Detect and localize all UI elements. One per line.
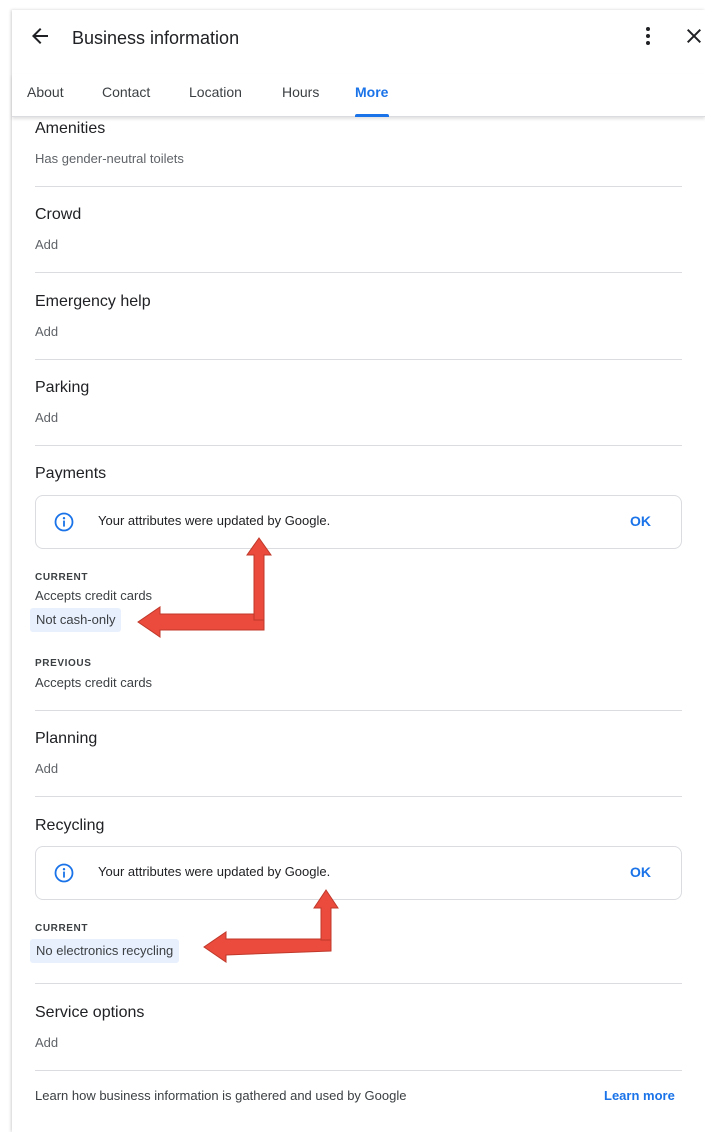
current-label: CURRENT xyxy=(35,923,89,934)
current-value: Accepts credit cards xyxy=(35,588,153,603)
tab-location[interactable]: Location xyxy=(189,84,242,100)
previous-value: Accepts credit cards xyxy=(35,675,153,690)
section-title-emergency-help: Emergency help xyxy=(35,293,151,310)
page-title: Business information xyxy=(72,28,240,48)
learn-more-link[interactable]: Learn more xyxy=(604,1088,675,1103)
more-vert-icon xyxy=(646,27,650,45)
ok-button[interactable]: OK xyxy=(630,513,651,529)
notice-text: Your attributes were updated by Google. xyxy=(98,513,331,528)
tab-more[interactable]: More xyxy=(355,84,388,100)
notice-text: Your attributes were updated by Google. xyxy=(98,864,331,879)
divider xyxy=(35,796,682,797)
planning-add-link[interactable]: Add xyxy=(35,761,58,776)
highlighted-new-value: Not cash-only xyxy=(30,608,122,632)
section-title-parking: Parking xyxy=(35,379,90,396)
divider xyxy=(35,445,682,446)
section-title-planning: Planning xyxy=(35,730,98,747)
section-title-crowd: Crowd xyxy=(35,206,82,223)
current-label: CURRENT xyxy=(35,572,89,583)
section-title-recycling: Recycling xyxy=(35,817,105,834)
emergency-help-add-link[interactable]: Add xyxy=(35,324,58,339)
arrow-left-icon xyxy=(32,28,48,44)
divider xyxy=(35,186,682,187)
tab-bar: About Contact Location Hours More xyxy=(12,74,705,117)
close-icon xyxy=(687,29,701,43)
service-options-add-link[interactable]: Add xyxy=(35,1035,58,1050)
business-info-panel: Business information About Contact Locat… xyxy=(12,10,705,1132)
close-button[interactable] xyxy=(682,24,705,48)
section-title-payments: Payments xyxy=(35,465,107,482)
top-bar: Business information xyxy=(12,10,705,66)
recycling-update-notice: Your attributes were updated by Google. … xyxy=(35,846,682,900)
section-title-service-options: Service options xyxy=(35,1004,145,1021)
divider xyxy=(35,983,682,984)
parking-add-link[interactable]: Add xyxy=(35,410,58,425)
more-options-button[interactable] xyxy=(636,24,660,48)
payments-update-notice: Your attributes were updated by Google. … xyxy=(35,495,682,549)
divider xyxy=(35,359,682,360)
info-icon xyxy=(54,512,74,532)
previous-label: PREVIOUS xyxy=(35,658,92,669)
amenities-value: Has gender-neutral toilets xyxy=(35,151,184,166)
tab-contact[interactable]: Contact xyxy=(102,84,150,100)
highlighted-new-value: No electronics recycling xyxy=(30,939,180,963)
crowd-add-link[interactable]: Add xyxy=(35,237,58,252)
section-title-amenities: Amenities xyxy=(35,120,106,137)
back-button[interactable] xyxy=(28,24,52,48)
ok-button[interactable]: OK xyxy=(630,864,651,880)
divider xyxy=(35,1070,682,1071)
tab-about[interactable]: About xyxy=(27,84,64,100)
active-tab-indicator xyxy=(355,114,389,117)
divider xyxy=(35,710,682,711)
tab-hours[interactable]: Hours xyxy=(282,84,319,100)
divider xyxy=(35,272,682,273)
info-icon xyxy=(54,863,74,883)
footer-text: Learn how business information is gather… xyxy=(35,1088,407,1103)
